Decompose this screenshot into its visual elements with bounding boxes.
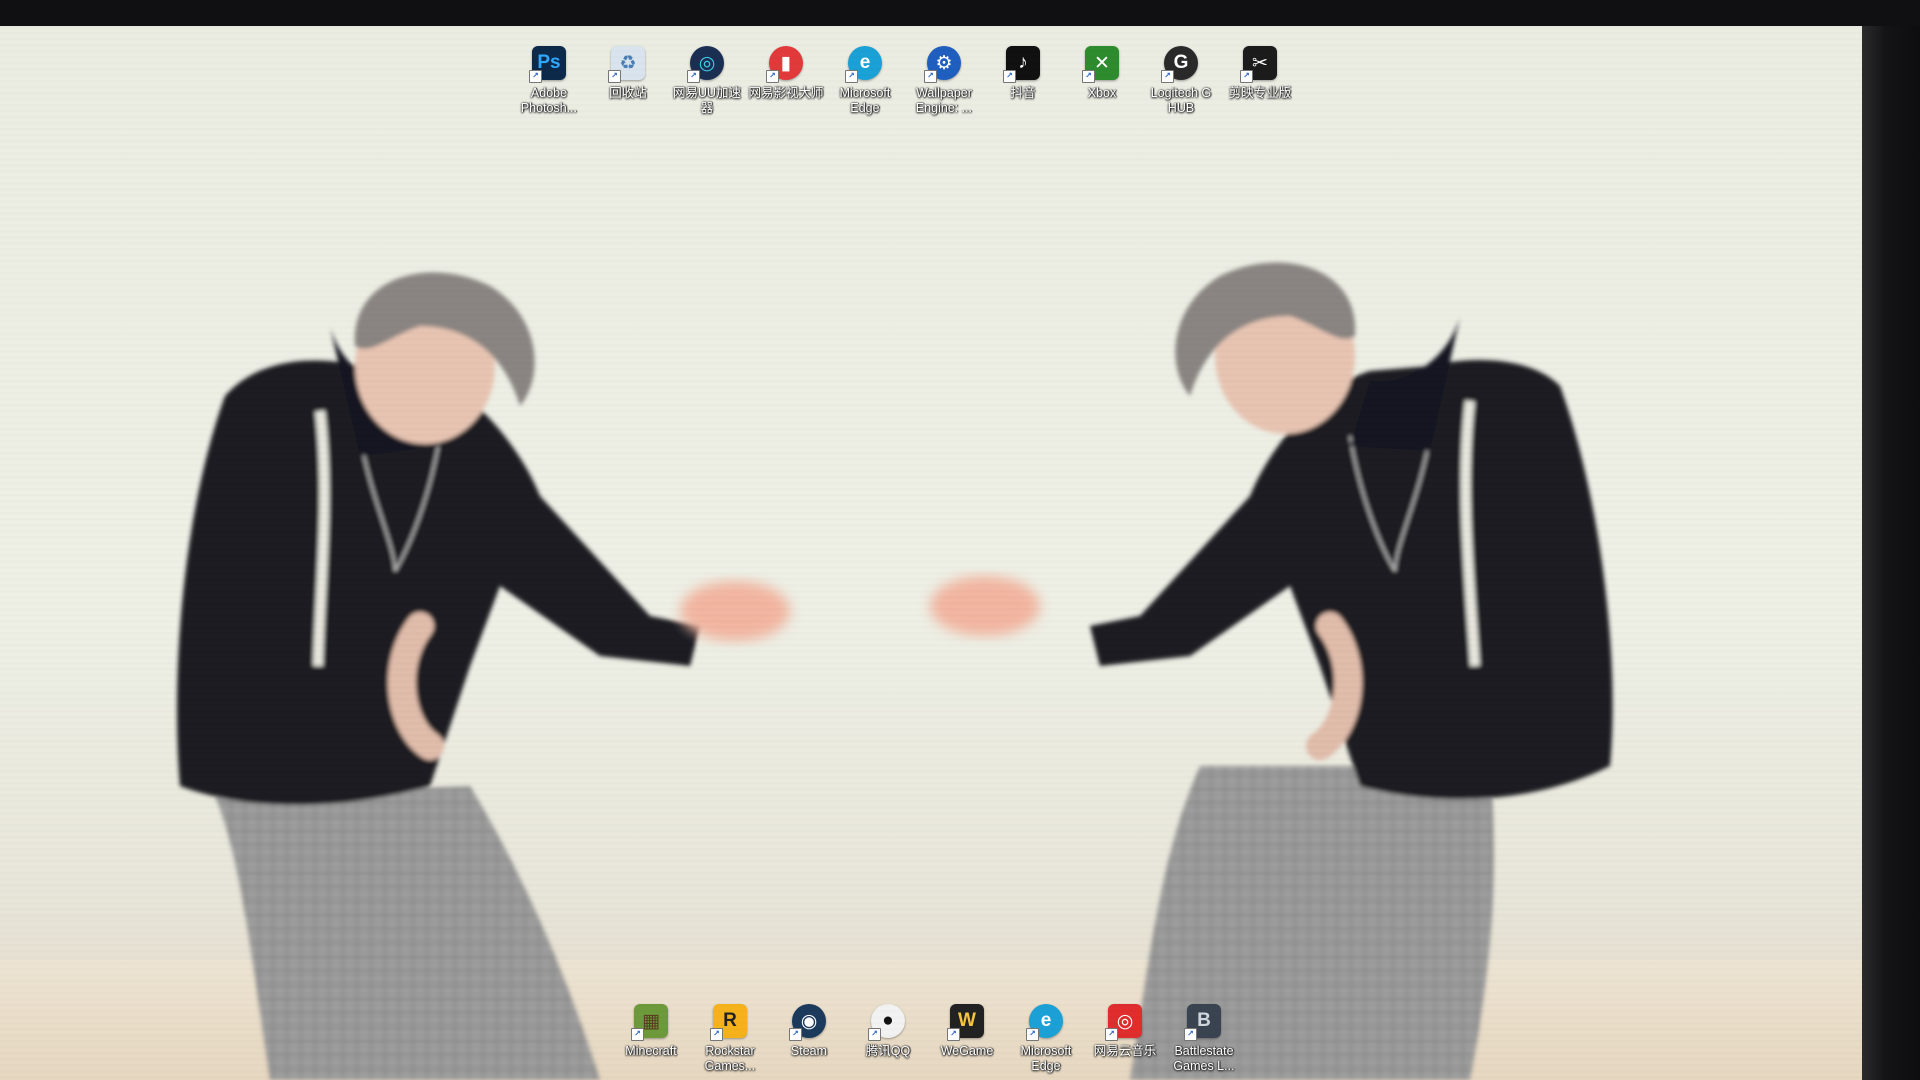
desktop-shortcut[interactable]: ◉ ↗ Steam — [770, 1004, 848, 1059]
shortcut-arrow-icon: ↗ — [924, 70, 937, 83]
shortcut-arrow-icon: ↗ — [631, 1028, 644, 1041]
qq-icon: ● ↗ — [868, 1004, 905, 1041]
shortcut-label: Battlestate Games L... — [1173, 1044, 1235, 1073]
shortcut-label: WeGame — [940, 1044, 994, 1058]
shortcut-label: Rockstar Games... — [704, 1044, 756, 1073]
desktop-shortcut[interactable]: ✂ ↗ 剪映专业版 — [1221, 46, 1299, 101]
desktop-shortcut[interactable]: ● ↗ 腾讯QQ — [849, 1004, 927, 1059]
shortcut-label: Microsoft Edge — [1020, 1044, 1072, 1073]
douyin-icon: ♪ ↗ — [1003, 46, 1040, 83]
desktop-shortcut[interactable]: R ↗ Rockstar Games... — [691, 1004, 769, 1074]
desktop-screen: Ps ↗ Adobe Photosh... ♻ ↗ 回收站 ◎ ↗ 网易UU加速器 ▮ ↗ 网易影视大… — [0, 26, 1862, 1080]
xbox-icon: ✕ ↗ — [1082, 46, 1119, 83]
shortcut-label: Wallpaper Engine: ... — [915, 86, 973, 115]
dancer-right — [930, 262, 1613, 1080]
shortcut-arrow-icon: ↗ — [529, 70, 542, 83]
steam-icon: ◉ ↗ — [789, 1004, 826, 1041]
desktop-shortcut[interactable]: B ↗ Battlestate Games L... — [1165, 1004, 1243, 1074]
edge-icon: e ↗ — [1026, 1004, 1063, 1041]
shortcut-label: Steam — [790, 1044, 828, 1058]
recycle-bin-icon: ♻ ↗ — [608, 46, 645, 83]
minecraft-icon: ▦ ↗ — [631, 1004, 668, 1041]
shortcut-label: 剪映专业版 — [1228, 86, 1292, 100]
shortcut-arrow-icon: ↗ — [947, 1028, 960, 1041]
shortcut-arrow-icon: ↗ — [789, 1028, 802, 1041]
battlestate-launcher-icon: B ↗ — [1184, 1004, 1221, 1041]
shortcut-arrow-icon: ↗ — [710, 1028, 723, 1041]
shortcut-label: 网易影视大师 — [748, 86, 824, 100]
shortcut-label: Minecraft — [625, 1044, 677, 1058]
shortcut-arrow-icon: ↗ — [845, 70, 858, 83]
monitor-side-frame — [1862, 26, 1920, 1080]
netease-music-icon: ◎ ↗ — [1105, 1004, 1142, 1041]
uu-accelerator-icon: ◎ ↗ — [687, 46, 724, 83]
photoshop-icon: Ps ↗ — [529, 46, 566, 83]
shortcut-arrow-icon: ↗ — [1082, 70, 1095, 83]
shortcut-arrow-icon: ↗ — [1184, 1028, 1197, 1041]
desktop-shortcut[interactable]: e ↗ Microsoft Edge — [1007, 1004, 1085, 1074]
capcut-icon: ✂ ↗ — [1240, 46, 1277, 83]
desktop-shortcut[interactable]: ♪ ↗ 抖音 — [984, 46, 1062, 101]
shortcut-label: 网易UU加速器 — [672, 86, 742, 115]
shortcut-label: 回收站 — [609, 86, 647, 100]
rockstar-icon: R ↗ — [710, 1004, 747, 1041]
shortcut-arrow-icon: ↗ — [687, 70, 700, 83]
shortcut-arrow-icon: ↗ — [1026, 1028, 1039, 1041]
shortcut-label: 网易云音乐 — [1093, 1044, 1157, 1058]
dancer-left — [177, 272, 790, 1080]
wegame-icon: W ↗ — [947, 1004, 984, 1041]
desktop-shortcut[interactable]: ⚙ ↗ Wallpaper Engine: ... — [905, 46, 983, 116]
wallpaper-engine-icon: ⚙ ↗ — [924, 46, 961, 83]
shortcut-arrow-icon: ↗ — [766, 70, 779, 83]
shortcut-arrow-icon: ↗ — [1161, 70, 1174, 83]
desktop-shortcut[interactable]: e ↗ Microsoft Edge — [826, 46, 904, 116]
desktop-shortcut[interactable]: ♻ ↗ 回收站 — [589, 46, 667, 101]
desktop-shortcut[interactable]: Ps ↗ Adobe Photosh... — [510, 46, 588, 116]
wallpaper-image — [177, 262, 1613, 1080]
shortcut-label: 腾讯QQ — [865, 1044, 911, 1058]
shortcut-arrow-icon: ↗ — [1105, 1028, 1118, 1041]
shortcut-label: Microsoft Edge — [839, 86, 891, 115]
desktop-shortcut[interactable]: ◎ ↗ 网易云音乐 — [1086, 1004, 1164, 1059]
desktop-shortcut[interactable]: W ↗ WeGame — [928, 1004, 1006, 1059]
shortcut-arrow-icon: ↗ — [868, 1028, 881, 1041]
shortcut-label: Adobe Photosh... — [520, 86, 578, 115]
desktop-shortcut[interactable]: G ↗ Logitech G HUB — [1142, 46, 1220, 116]
netease-video-icon: ▮ ↗ — [766, 46, 803, 83]
shortcut-arrow-icon: ↗ — [1003, 70, 1016, 83]
desktop-shortcut[interactable]: ◎ ↗ 网易UU加速器 — [668, 46, 746, 116]
desktop-shortcut[interactable]: ▮ ↗ 网易影视大师 — [747, 46, 825, 101]
edge-icon: e ↗ — [845, 46, 882, 83]
shortcut-arrow-icon: ↗ — [1240, 70, 1253, 83]
desktop-shortcut[interactable]: ✕ ↗ Xbox — [1063, 46, 1141, 101]
logitech-ghub-icon: G ↗ — [1161, 46, 1198, 83]
shortcut-label: Logitech G HUB — [1150, 86, 1212, 115]
shortcut-arrow-icon: ↗ — [608, 70, 621, 83]
desktop-shortcut[interactable]: ▦ ↗ Minecraft — [612, 1004, 690, 1059]
shortcut-label: Xbox — [1087, 86, 1117, 100]
shortcut-label: 抖音 — [1010, 86, 1036, 100]
